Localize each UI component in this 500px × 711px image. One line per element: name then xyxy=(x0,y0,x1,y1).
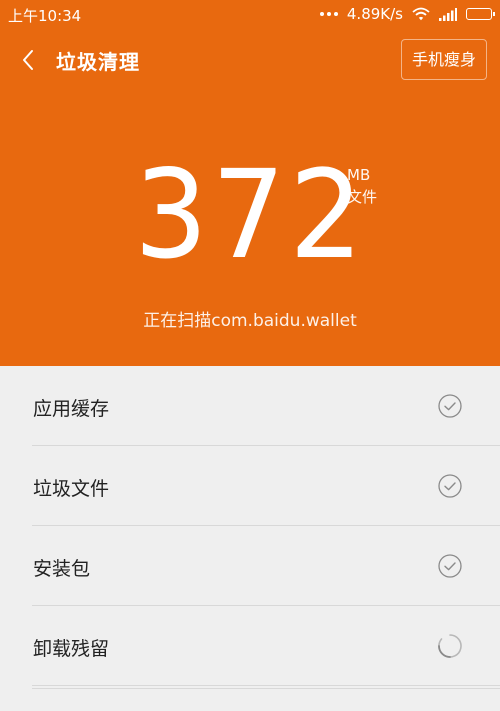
check-circle-icon xyxy=(438,394,462,418)
phone-slim-button[interactable]: 手机瘦身 xyxy=(400,39,487,80)
category-label: 卸载残留 xyxy=(33,638,110,660)
category-app-cache[interactable]: 应用缓存 xyxy=(32,366,500,446)
category-uninstall-residue[interactable]: 卸载残留 xyxy=(32,606,500,686)
category-junk-files[interactable]: 垃圾文件 xyxy=(32,446,500,526)
junk-category-list: 应用缓存 垃圾文件 安装包 卸载残留 xyxy=(0,366,500,689)
category-install-packages[interactable]: 安装包 xyxy=(32,526,500,606)
category-label: 垃圾文件 xyxy=(33,478,110,500)
status-indicators: 4.89K/s xyxy=(319,5,495,23)
status-time: 上午10:34 xyxy=(8,7,82,25)
list-divider-bottom xyxy=(32,686,500,689)
scan-status-text: 正在扫描com.baidu.wallet xyxy=(143,311,357,331)
category-label: 安装包 xyxy=(33,558,91,580)
status-bar: 上午10:34 4.89K/s xyxy=(0,0,500,30)
battery-icon xyxy=(466,8,495,20)
check-circle-icon xyxy=(438,474,462,498)
network-speed: 4.89K/s xyxy=(346,5,403,23)
check-circle-icon xyxy=(438,554,462,578)
loading-spinner-icon xyxy=(438,634,462,658)
page-title: 垃圾清理 xyxy=(56,50,140,74)
chevron-left-icon xyxy=(23,50,33,70)
category-label: 应用缓存 xyxy=(33,398,110,420)
junk-size-digits: 372 xyxy=(133,144,367,286)
size-subunit: 文件 xyxy=(347,188,378,206)
junk-size-unit: MB 文件 xyxy=(347,164,377,208)
wifi-icon xyxy=(412,7,430,21)
signal-icon xyxy=(439,7,457,21)
back-button[interactable] xyxy=(14,44,46,76)
more-dots-icon xyxy=(319,12,338,16)
scan-header: 上午10:34 4.89K/s 垃圾清理 手机瘦身 372 MB 文件 正在扫描… xyxy=(0,0,500,366)
toolbar: 垃圾清理 手机瘦身 xyxy=(0,30,500,88)
size-unit: MB xyxy=(347,166,371,184)
junk-size-value: 372 xyxy=(0,140,500,290)
